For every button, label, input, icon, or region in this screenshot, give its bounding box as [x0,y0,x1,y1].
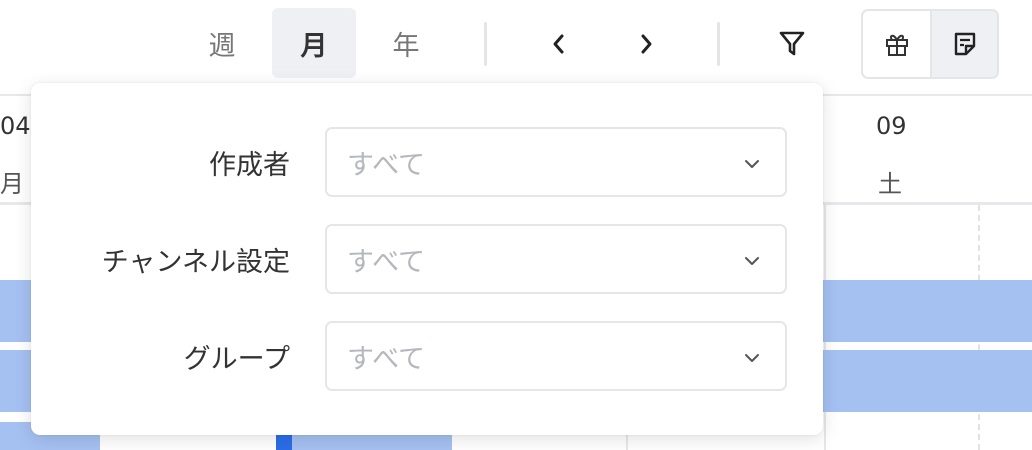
chevron-down-icon [745,354,759,362]
day-weekday-left: 月 [0,170,24,198]
toolbar-divider [484,22,487,66]
view-toggle-group [861,9,999,79]
creator-select-value: すべて [347,149,426,181]
filter-popup: 作成者 すべて チャンネル設定 すべて グループ すべて [31,83,823,435]
channel-setting-select-value: すべて [347,246,426,278]
filter-row-creator: 作成者 すべて [31,127,823,197]
chevron-right-icon [641,34,652,54]
channel-setting-select[interactable]: すべて [325,224,787,294]
day-weekday-right: 土 [878,170,902,198]
day-date-right[interactable]: 09 [876,112,907,140]
gift-button[interactable] [863,11,930,77]
channel-setting-label: チャンネル設定 [101,246,290,278]
chevron-down-icon [745,257,759,265]
view-year-button[interactable]: 年 [364,8,448,78]
prev-button[interactable] [537,20,581,68]
group-label: グループ [183,343,290,375]
filter-row-group: グループ すべて [31,321,823,391]
view-month-button[interactable]: 月 [272,8,356,78]
creator-select[interactable]: すべて [325,127,787,197]
gift-icon [885,34,908,56]
filter-button[interactable] [770,20,814,68]
group-select-value: すべて [347,343,426,375]
filter-icon [779,31,805,56]
next-button[interactable] [624,20,668,68]
note-icon [954,32,975,56]
day-date-left: 04 [0,112,31,140]
note-button[interactable] [930,11,997,77]
group-select[interactable]: すべて [325,321,787,391]
toolbar-divider [717,22,720,66]
creator-label: 作成者 [209,149,290,181]
chevron-left-icon [553,34,564,54]
calendar-toolbar: 週 月 年 [0,0,1032,92]
view-week-button[interactable]: 週 [180,8,264,78]
chevron-down-icon [745,160,759,168]
filter-row-channel: チャンネル設定 すべて [31,224,823,294]
